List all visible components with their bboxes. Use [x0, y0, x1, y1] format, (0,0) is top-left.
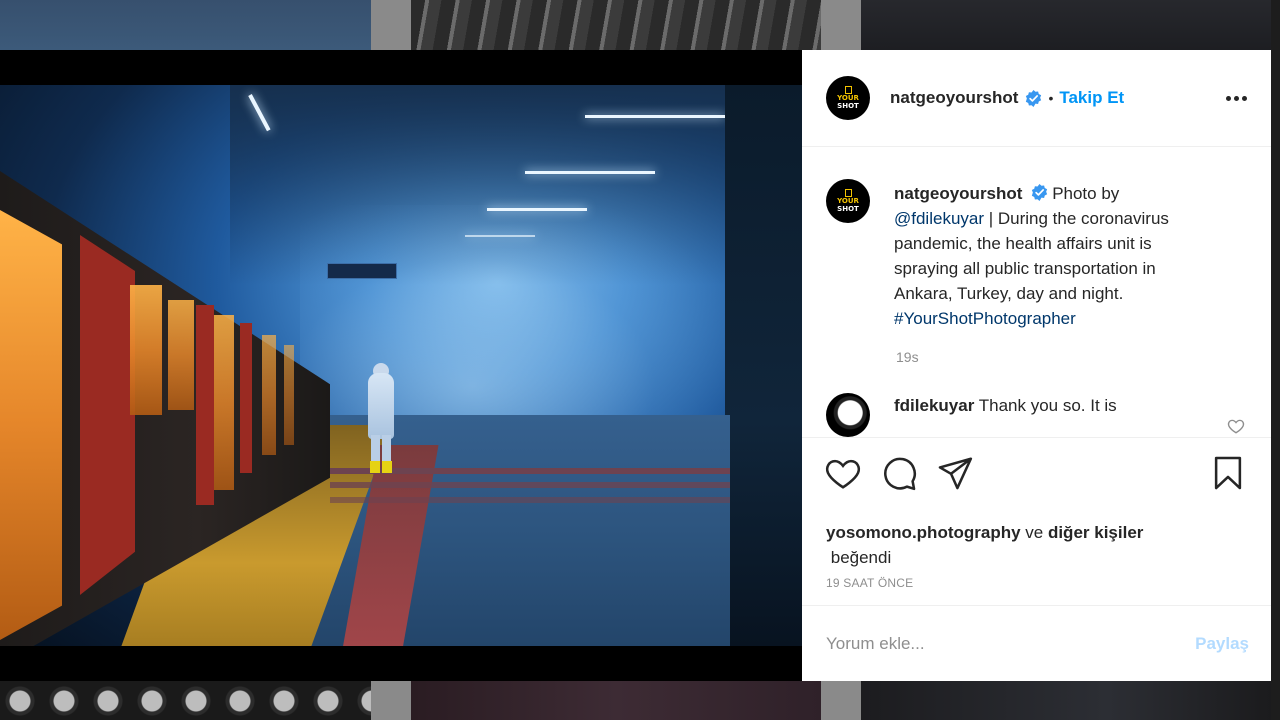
photo-worker — [360, 363, 400, 473]
post-actions — [802, 436, 1271, 520]
photo-train-panel — [80, 235, 135, 595]
avatar-text-bottom: SHOT — [837, 102, 859, 111]
grid-gap — [371, 681, 411, 720]
post-header: YOUR SHOT natgeoyourshot • Takip Et — [802, 50, 1271, 148]
photo-train-door — [214, 315, 234, 490]
grid-gap — [371, 0, 411, 50]
comment-icon[interactable] — [880, 454, 918, 492]
post-sidebar: YOUR SHOT natgeoyourshot • Takip Et YOUR… — [802, 50, 1271, 681]
photo-light — [525, 171, 655, 174]
add-comment-bar: Paylaş — [802, 605, 1271, 681]
comment-input[interactable] — [826, 633, 1196, 654]
comment-text: fdilekuyar Thank you so. It is — [894, 393, 1214, 418]
caption-time[interactable]: 19s — [896, 349, 1247, 365]
mention-link[interactable]: @fdilekuyar — [894, 209, 984, 228]
feed-thumbnail[interactable] — [411, 0, 821, 50]
photo-train-door — [0, 210, 62, 640]
post-timestamp[interactable]: 19 SAAT ÖNCE — [802, 576, 1271, 605]
likes-connector: ve — [1020, 522, 1048, 542]
likes-summary: yosomono.photography ve diğer kişiler be… — [802, 520, 1271, 570]
photo-train-window — [262, 335, 276, 455]
comment-body: Thank you so. It is — [978, 396, 1117, 416]
grid-gap — [821, 681, 861, 720]
heart-icon[interactable] — [824, 454, 862, 492]
photo-train-window — [130, 285, 162, 415]
caption-comment: YOUR SHOT natgeoyourshot Photo by @fdile… — [826, 179, 1247, 331]
caption-text-part: Photo by — [1052, 184, 1120, 204]
caption-avatar[interactable]: YOUR SHOT — [826, 179, 870, 224]
likes-suffix: beğendi — [830, 547, 892, 567]
comments-section[interactable]: YOUR SHOT natgeoyourshot Photo by @fdile… — [802, 147, 1271, 437]
author-avatar[interactable]: YOUR SHOT — [826, 76, 870, 121]
other-likers-link[interactable]: diğer kişiler — [1048, 523, 1143, 542]
liker-username[interactable]: yosomono.photography — [826, 523, 1021, 542]
photo-train-panel — [196, 305, 214, 505]
photo-light — [487, 208, 587, 211]
post-modal: YOUR SHOT natgeoyourshot • Takip Et YOUR… — [0, 50, 1271, 681]
photo-wall — [725, 85, 802, 646]
more-options-icon[interactable] — [1226, 90, 1247, 107]
photo-light — [465, 235, 535, 237]
photo-train-window — [284, 345, 294, 445]
bookmark-icon[interactable] — [1209, 454, 1247, 492]
feed-thumbnail[interactable] — [861, 0, 1271, 50]
feed-thumbnail[interactable] — [0, 0, 371, 50]
feed-thumbnail[interactable] — [0, 681, 371, 720]
comment-like-heart-icon[interactable] — [1227, 417, 1245, 435]
photo-floor-stripe — [330, 482, 730, 488]
avatar-text-bottom: SHOT — [837, 205, 859, 214]
post-photo-pane — [0, 50, 802, 681]
verified-badge-icon — [1032, 184, 1048, 202]
hashtag-link[interactable]: #YourShotPhotographer — [894, 309, 1076, 328]
photo-train-panel — [240, 323, 252, 473]
post-photo[interactable] — [0, 85, 802, 646]
comment-item: fdilekuyar Thank you so. It is — [826, 393, 1247, 437]
photo-station-sign — [327, 263, 397, 279]
photo-light — [585, 115, 725, 118]
brand-box-icon — [844, 86, 852, 95]
photo-floor-stripe — [330, 497, 730, 503]
commenter-avatar[interactable] — [826, 393, 870, 437]
feed-thumbnail[interactable] — [411, 681, 821, 720]
avatar-text-top: YOUR — [837, 94, 859, 103]
feed-thumbnail[interactable] — [861, 681, 1271, 720]
verified-badge-icon — [1026, 89, 1042, 107]
avatar-text-top: YOUR — [837, 197, 859, 206]
comment-author[interactable]: fdilekuyar — [894, 396, 974, 415]
separator-dot: • — [1048, 90, 1054, 107]
grid-gap — [821, 0, 861, 50]
author-username[interactable]: natgeoyourshot — [890, 88, 1018, 108]
post-comment-button[interactable]: Paylaş — [1195, 634, 1249, 654]
follow-button[interactable]: Takip Et — [1059, 88, 1124, 108]
caption-text: natgeoyourshot Photo by @fdilekuyar | Du… — [894, 181, 1214, 331]
caption-author[interactable]: natgeoyourshot — [894, 184, 1022, 203]
paper-plane-icon[interactable] — [936, 454, 974, 492]
brand-box-icon — [844, 189, 852, 198]
photo-train-window — [168, 300, 194, 410]
